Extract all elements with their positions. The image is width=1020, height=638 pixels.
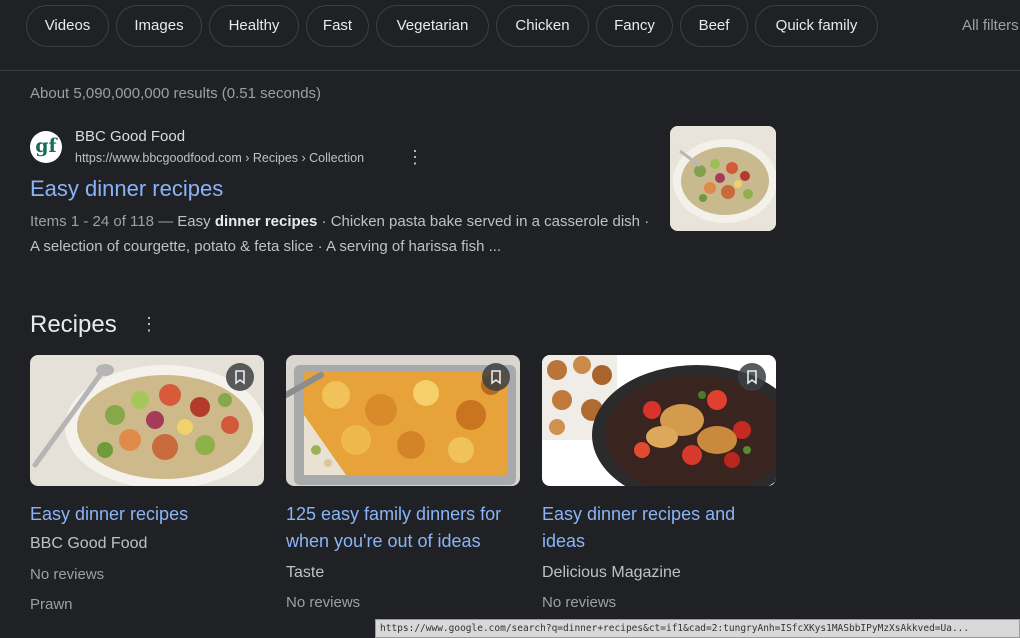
chip-chicken[interactable]: Chicken (496, 5, 589, 47)
save-bookmark-icon[interactable] (482, 363, 510, 391)
filter-chip-bar: Videos Images Healthy Fast Vegetarian Ch… (0, 0, 1020, 71)
recipe-card-reviews: No reviews (30, 566, 105, 583)
recipe-card-source: Taste (286, 564, 325, 581)
recipe-card-ingredient: Prawn (30, 596, 73, 613)
snippet-bold: dinner recipes (214, 213, 318, 230)
result-stats: About 5,090,000,000 results (0.51 second… (30, 85, 322, 102)
chip-beef[interactable]: Beef (680, 5, 748, 47)
recipe-card[interactable]: Easy dinner recipes BBC Good Food No rev… (30, 355, 264, 613)
result-snippet: Items 1 - 24 of 118 — Easy dinner recipe… (30, 209, 655, 259)
save-bookmark-icon[interactable] (738, 363, 766, 391)
chip-fancy[interactable]: Fancy (596, 5, 673, 47)
snippet-pre: Easy (177, 213, 215, 230)
result-thumbnail-image[interactable] (670, 126, 776, 231)
recipe-card[interactable]: Easy dinner recipes and ideas Delicious … (542, 355, 776, 611)
chip-images[interactable]: Images (116, 5, 202, 47)
recipe-card-title[interactable]: Easy dinner recipes (30, 501, 264, 528)
all-filters-button[interactable]: All filters (962, 5, 1019, 47)
recipe-card[interactable]: 125 easy family dinners for when you're … (286, 355, 520, 611)
result-site-name[interactable]: BBC Good Food (75, 128, 185, 145)
site-favicon[interactable]: gf (30, 131, 62, 163)
recipes-heading: Recipes (30, 311, 117, 338)
recipe-card-image[interactable] (542, 355, 776, 486)
recipe-card-title[interactable]: Easy dinner recipes and ideas (542, 501, 776, 555)
more-options-icon[interactable]: ⋮ (406, 147, 424, 168)
recipe-card-image[interactable] (286, 355, 520, 486)
status-bar-url: https://www.google.com/search?q=dinner+r… (375, 619, 1020, 638)
recipes-more-icon[interactable]: ⋮ (140, 314, 158, 335)
chip-fast[interactable]: Fast (306, 5, 369, 47)
chip-vegetarian[interactable]: Vegetarian (376, 5, 489, 47)
recipe-card-source: Delicious Magazine (542, 564, 681, 581)
recipe-card-image[interactable] (30, 355, 264, 486)
recipe-card-source: BBC Good Food (30, 535, 148, 552)
recipe-card-title[interactable]: 125 easy family dinners for when you're … (286, 501, 520, 555)
chip-videos[interactable]: Videos (26, 5, 109, 47)
snippet-meta: Items 1 - 24 of 118 — (30, 213, 178, 230)
result-url[interactable]: https://www.bbcgoodfood.com › Recipes › … (75, 151, 364, 165)
chip-quick-family[interactable]: Quick family (755, 5, 878, 47)
recipe-card-reviews: No reviews (286, 594, 361, 611)
result-title-link[interactable]: Easy dinner recipes (30, 176, 223, 202)
save-bookmark-icon[interactable] (226, 363, 254, 391)
chip-healthy[interactable]: Healthy (209, 5, 299, 47)
recipe-card-reviews: No reviews (542, 594, 617, 611)
